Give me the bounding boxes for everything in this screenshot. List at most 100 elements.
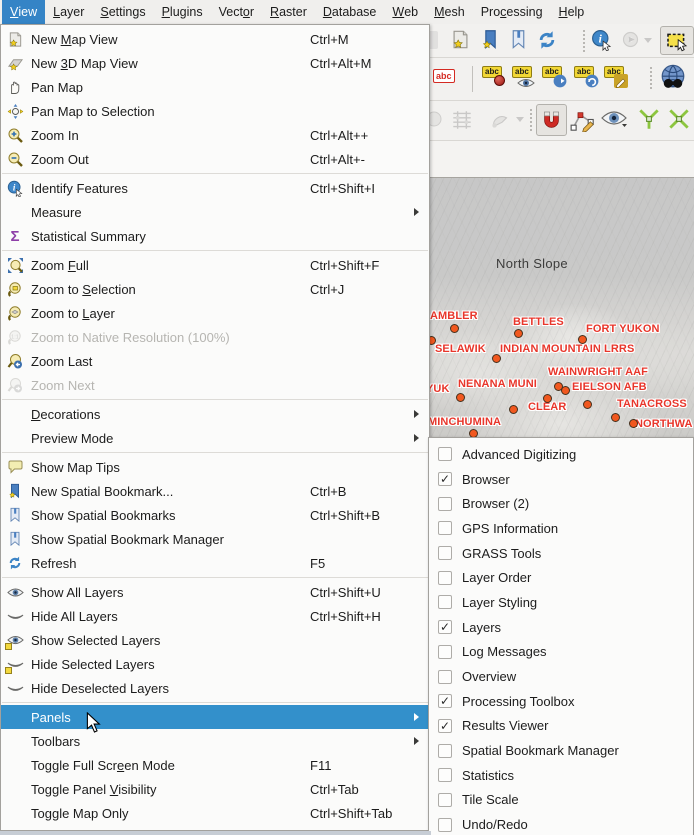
panel-item-grass-tools[interactable]: GRASS Tools bbox=[429, 541, 693, 566]
menu-item-zoom-full[interactable]: Zoom Full Ctrl+Shift+F bbox=[1, 253, 429, 277]
menubar-item-database[interactable]: Database bbox=[315, 0, 385, 24]
submenu-arrow-icon bbox=[414, 713, 429, 721]
panel-item-processing-toolbox[interactable]: ✓Processing Toolbox bbox=[429, 689, 693, 714]
panel-item-layers[interactable]: ✓Layers bbox=[429, 615, 693, 640]
labeling-icon[interactable]: abc bbox=[433, 69, 455, 83]
panel-item-statistics[interactable]: Statistics bbox=[429, 763, 693, 788]
checkbox-checked[interactable]: ✓ bbox=[438, 719, 452, 733]
menubar-item-raster[interactable]: Raster bbox=[262, 0, 315, 24]
checkbox-checked[interactable]: ✓ bbox=[438, 620, 452, 634]
panel-item-overview[interactable]: Overview bbox=[429, 664, 693, 689]
airport-label: INDIAN MOUNTAIN LRRS bbox=[500, 343, 634, 355]
menu-item-hide-deselected-layers[interactable]: Hide Deselected Layers bbox=[1, 676, 429, 700]
menubar-item-vector[interactable]: Vector bbox=[211, 0, 262, 24]
menubar-item-processing[interactable]: Processing bbox=[473, 0, 551, 24]
panel-item-undo-redo[interactable]: Undo/Redo bbox=[429, 812, 693, 835]
new-map-view-icon[interactable] bbox=[450, 29, 471, 50]
show-unplaced-labels-icon[interactable] bbox=[600, 108, 628, 128]
menu-item-zoom-to-layer[interactable]: Zoom to Layer bbox=[1, 301, 429, 325]
select-rectangle-icon[interactable] bbox=[660, 26, 694, 55]
menu-item-new-map-view[interactable]: New Map View Ctrl+M bbox=[1, 27, 429, 51]
menubar-item-web[interactable]: Web bbox=[384, 0, 426, 24]
checkbox-checked[interactable]: ✓ bbox=[438, 694, 452, 708]
menu-item-hide-selected-layers[interactable]: Hide Selected Layers bbox=[1, 652, 429, 676]
panel-item-browser-2[interactable]: Browser (2) bbox=[429, 491, 693, 516]
menu-item-toggle-panel-visibility[interactable]: Toggle Panel Visibility Ctrl+Tab bbox=[1, 777, 429, 801]
show-hide-labels-icon[interactable]: abc bbox=[512, 66, 532, 78]
panel-item-advanced-digitizing[interactable]: Advanced Digitizing bbox=[429, 442, 693, 467]
topology-x-icon[interactable] bbox=[666, 106, 692, 132]
refresh-icon[interactable] bbox=[536, 29, 558, 51]
menu-item-new-spatial-bookmark[interactable]: New Spatial Bookmark... Ctrl+B bbox=[1, 479, 429, 503]
menu-item-pan-map-to-selection[interactable]: Pan Map to Selection bbox=[1, 99, 429, 123]
checkbox-unchecked[interactable] bbox=[438, 546, 452, 560]
show-bookmarks-icon[interactable] bbox=[508, 29, 529, 50]
menu-item-zoom-last[interactable]: Zoom Last bbox=[1, 349, 429, 373]
menubar-item-help[interactable]: Help bbox=[551, 0, 593, 24]
snapping-icon[interactable] bbox=[536, 104, 567, 136]
airport-marker bbox=[456, 393, 465, 402]
metasearch-icon[interactable] bbox=[658, 63, 688, 93]
menubar-item-plugins[interactable]: Plugins bbox=[154, 0, 211, 24]
menubar-item-mesh[interactable]: Mesh bbox=[426, 0, 473, 24]
menu-item-measure[interactable]: Measure bbox=[1, 200, 429, 224]
panel-item-gps-information[interactable]: GPS Information bbox=[429, 516, 693, 541]
menu-item-zoom-in[interactable]: Zoom In Ctrl+Alt++ bbox=[1, 123, 429, 147]
checkbox-unchecked[interactable] bbox=[438, 793, 452, 807]
menu-item-zoom-to-selection[interactable]: Zoom to Selection Ctrl+J bbox=[1, 277, 429, 301]
menubar-item-settings[interactable]: Settings bbox=[92, 0, 153, 24]
menu-item-hide-all-layers[interactable]: Hide All Layers Ctrl+Shift+H bbox=[1, 604, 429, 628]
menu-item-identify-features[interactable]: i Identify Features Ctrl+Shift+I bbox=[1, 176, 429, 200]
menu-item-pan-map[interactable]: Pan Map bbox=[1, 75, 429, 99]
checkbox-unchecked[interactable] bbox=[438, 447, 452, 461]
checkbox-unchecked[interactable] bbox=[438, 645, 452, 659]
new-bookmark-icon[interactable] bbox=[480, 29, 501, 50]
checkbox-unchecked[interactable] bbox=[438, 497, 452, 511]
airport-marker bbox=[492, 354, 501, 363]
menubar-item-view[interactable]: View bbox=[2, 0, 45, 24]
submenu-arrow-icon bbox=[414, 410, 429, 418]
menu-item-show-spatial-bookmark-manager[interactable]: Show Spatial Bookmark Manager bbox=[1, 527, 429, 551]
dropdown-caret-icon[interactable] bbox=[644, 38, 652, 43]
menu-item-refresh[interactable]: Refresh F5 bbox=[1, 551, 429, 575]
menubar-item-layer[interactable]: Layer bbox=[45, 0, 92, 24]
checkbox-unchecked[interactable] bbox=[438, 595, 452, 609]
change-label-icon[interactable]: abc bbox=[604, 66, 624, 78]
checkbox-unchecked[interactable] bbox=[438, 744, 452, 758]
checkbox-unchecked[interactable] bbox=[438, 670, 452, 684]
panel-item-tile-scale[interactable]: Tile Scale bbox=[429, 788, 693, 813]
map-canvas[interactable]: North Slope AMBLER BETTLES FORT YUKON SE… bbox=[428, 178, 694, 437]
topology-y-icon[interactable] bbox=[636, 106, 662, 132]
dropdown-caret-icon[interactable] bbox=[516, 117, 524, 122]
checkbox-unchecked[interactable] bbox=[438, 768, 452, 782]
menu-item-show-spatial-bookmarks[interactable]: Show Spatial Bookmarks Ctrl+Shift+B bbox=[1, 503, 429, 527]
menu-item-statistical-summary[interactable]: Σ Statistical Summary bbox=[1, 224, 429, 248]
menu-item-new-3d-map-view[interactable]: New 3D Map View Ctrl+Alt+M bbox=[1, 51, 429, 75]
checkbox-checked[interactable]: ✓ bbox=[438, 472, 452, 486]
checkbox-unchecked[interactable] bbox=[438, 571, 452, 585]
airport-label: AMBLER bbox=[430, 310, 478, 322]
panel-item-browser[interactable]: ✓Browser bbox=[429, 467, 693, 492]
menu-item-panels[interactable]: Panels bbox=[1, 705, 429, 729]
menu-item-preview-mode[interactable]: Preview Mode bbox=[1, 426, 429, 450]
pin-labels-icon[interactable]: abc bbox=[482, 66, 502, 78]
move-label-icon[interactable]: abc bbox=[542, 66, 562, 78]
vertex-tool-icon[interactable] bbox=[570, 107, 595, 132]
menu-item-show-map-tips[interactable]: Show Map Tips bbox=[1, 455, 429, 479]
panel-item-results-viewer[interactable]: ✓Results Viewer bbox=[429, 714, 693, 739]
panel-item-layer-order[interactable]: Layer Order bbox=[429, 565, 693, 590]
menu-item-show-all-layers[interactable]: Show All Layers Ctrl+Shift+U bbox=[1, 580, 429, 604]
checkbox-unchecked[interactable] bbox=[438, 818, 452, 832]
checkbox-unchecked[interactable] bbox=[438, 521, 452, 535]
menu-item-show-selected-layers[interactable]: Show Selected Layers bbox=[1, 628, 429, 652]
identify-features-icon[interactable]: i bbox=[591, 29, 613, 51]
menu-item-toolbars[interactable]: Toolbars bbox=[1, 729, 429, 753]
panel-item-log-messages[interactable]: Log Messages bbox=[429, 640, 693, 665]
panel-item-layer-styling[interactable]: Layer Styling bbox=[429, 590, 693, 615]
rotate-label-icon[interactable]: abc bbox=[574, 66, 594, 78]
menu-item-toggle-map-only[interactable]: Toggle Map Only Ctrl+Shift+Tab bbox=[1, 801, 429, 825]
menu-item-toggle-full-screen-mode[interactable]: Toggle Full Screen Mode F11 bbox=[1, 753, 429, 777]
menu-item-decorations[interactable]: Decorations bbox=[1, 402, 429, 426]
panel-item-spatial-bookmark-manager[interactable]: Spatial Bookmark Manager bbox=[429, 738, 693, 763]
menu-item-zoom-out[interactable]: Zoom Out Ctrl+Alt+- bbox=[1, 147, 429, 171]
